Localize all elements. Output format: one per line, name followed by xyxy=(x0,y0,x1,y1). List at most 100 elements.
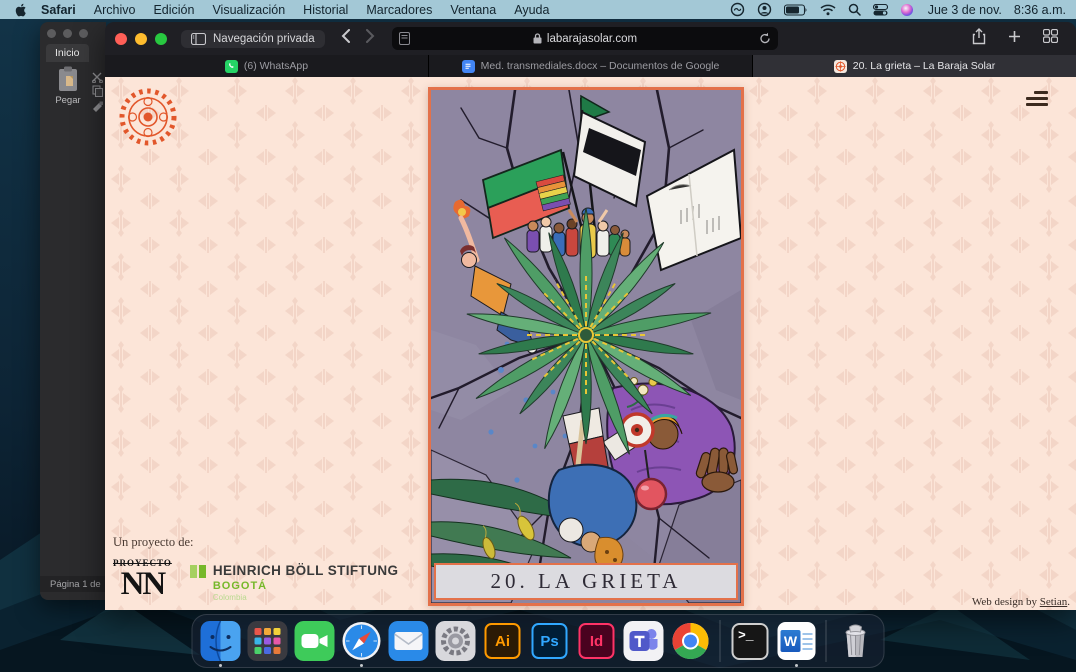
dock-icon-illustrator[interactable]: Ai xyxy=(482,620,524,662)
word-window[interactable]: Inicio Pegar Página 1 de xyxy=(40,22,106,600)
wifi-icon[interactable] xyxy=(820,4,836,16)
dock-icon-word[interactable]: W xyxy=(776,620,818,667)
word-format-brush-icon[interactable] xyxy=(92,100,104,118)
sidebar-icon xyxy=(191,32,206,45)
menu-marcadores[interactable]: Marcadores xyxy=(357,3,441,17)
sponsor-logos: PROYECTO NN HEINRICH BÖLL STIFTUNG BOGOT… xyxy=(113,559,399,603)
menu-ayuda[interactable]: Ayuda xyxy=(505,3,558,17)
dock-icon-photoshop[interactable]: Ps xyxy=(529,620,571,662)
site-logo-sun[interactable] xyxy=(115,84,181,155)
dock-divider-2 xyxy=(825,620,827,662)
tab-whatsapp-label: (6) WhatsApp xyxy=(243,60,309,72)
menu-ventana[interactable]: Ventana xyxy=(441,3,505,17)
heinrich-boll-city: BOGOTÁ xyxy=(212,580,268,592)
menu-archivo[interactable]: Archivo xyxy=(85,3,145,17)
dock-icon-finder[interactable] xyxy=(200,620,242,667)
tab-overview-button[interactable] xyxy=(1042,28,1059,48)
word-badge: W xyxy=(780,630,801,652)
creative-cloud-icon[interactable] xyxy=(730,2,745,17)
card-artwork xyxy=(431,90,741,603)
dock-icon-trash[interactable] xyxy=(835,620,877,662)
menu-visualizacion[interactable]: Visualización xyxy=(203,3,294,17)
heinrich-boll-icon xyxy=(189,563,206,602)
apple-icon xyxy=(15,3,26,16)
dock: Ai Ps Id >_ W xyxy=(191,614,885,668)
spotlight-search-icon[interactable] xyxy=(848,3,861,16)
la-baraja-solar-favicon xyxy=(833,59,847,73)
dock-icon-indesign[interactable]: Id xyxy=(576,620,618,662)
window-traffic-lights xyxy=(115,32,167,45)
tab-la-baraja-solar-label: 20. La grieta – La Baraja Solar xyxy=(852,60,996,72)
credit-suffix: . xyxy=(1067,596,1070,608)
new-tab-button[interactable] xyxy=(1008,30,1021,48)
card-title-band: 20. LA GRIETA xyxy=(434,563,738,600)
illustrator-badge: Ai xyxy=(484,623,521,659)
project-label: Un proyecto de: xyxy=(113,535,194,549)
dock-divider xyxy=(719,620,721,662)
word-paste-label: Pegar xyxy=(55,95,81,106)
dock-icon-teams[interactable] xyxy=(623,620,665,662)
safari-window: Navegación privada labarajasolar.com (6)… xyxy=(105,22,1076,610)
back-button[interactable] xyxy=(341,29,350,48)
dock-icon-terminal[interactable]: >_ xyxy=(729,620,771,662)
dock-icon-facetime[interactable] xyxy=(294,620,336,662)
apple-menu[interactable] xyxy=(10,3,32,17)
private-browsing-label: Navegación privada xyxy=(213,32,315,45)
reader-icon[interactable] xyxy=(399,32,410,48)
tab-la-baraja-solar[interactable]: 20. La grieta – La Baraja Solar xyxy=(753,55,1076,77)
dock-icon-safari[interactable] xyxy=(341,620,383,667)
tab-google-docs[interactable]: Med. transmediales.docx – Documentos de … xyxy=(429,55,753,77)
clipboard-icon xyxy=(59,66,77,91)
address-bar[interactable]: labarajasolar.com xyxy=(392,27,778,50)
menubar: Safari Archivo Edición Visualización His… xyxy=(0,0,1076,19)
tab-whatsapp[interactable]: (6) WhatsApp xyxy=(105,55,429,77)
indesign-badge: Id xyxy=(578,623,615,659)
menubar-date[interactable]: Jue 3 de nov. xyxy=(928,3,1002,17)
url-text: labarajasolar.com xyxy=(546,32,638,45)
tab-bar: (6) WhatsApp Med. transmediales.docx – D… xyxy=(105,55,1076,77)
forward-button[interactable] xyxy=(365,29,375,48)
menu-app-safari[interactable]: Safari xyxy=(32,3,85,17)
safari-toolbar: Navegación privada labarajasolar.com xyxy=(105,22,1076,55)
menu-hamburger-button[interactable] xyxy=(1026,91,1048,106)
photoshop-badge: Ps xyxy=(531,623,568,659)
tarot-card[interactable]: 20. LA GRIETA xyxy=(428,87,744,606)
menu-edicion[interactable]: Edición xyxy=(144,3,203,17)
word-paste-button[interactable]: Pegar xyxy=(48,66,88,106)
word-running-dot xyxy=(795,664,798,667)
word-ribbon-tab-inicio[interactable]: Inicio xyxy=(46,44,89,62)
zoom-window-button[interactable] xyxy=(155,32,167,45)
card-title: 20. LA GRIETA xyxy=(490,569,682,593)
dock-icon-mail[interactable] xyxy=(388,620,430,662)
close-window-button[interactable] xyxy=(115,32,127,45)
reload-button[interactable] xyxy=(759,32,771,48)
heinrich-boll-logo[interactable]: HEINRICH BÖLL STIFTUNG BOGOTÁ Colombia xyxy=(189,559,399,602)
proyecto-nn-main-text: NN xyxy=(120,566,167,602)
heinrich-boll-name: HEINRICH BÖLL STIFTUNG xyxy=(212,563,399,578)
safari-running-dot xyxy=(360,664,363,667)
dock-icon-chrome[interactable] xyxy=(670,620,712,662)
menubar-clock[interactable]: 8:36 a.m. xyxy=(1014,3,1066,17)
minimize-window-button[interactable] xyxy=(135,32,147,45)
terminal-glyph: >_ xyxy=(731,622,768,660)
google-docs-icon xyxy=(461,59,475,73)
siri-icon[interactable] xyxy=(900,3,914,17)
desktop: Safari Archivo Edición Visualización His… xyxy=(0,0,1076,672)
word-status-bar: Página 1 de xyxy=(40,576,106,592)
menu-historial[interactable]: Historial xyxy=(294,3,357,17)
lock-icon xyxy=(533,33,542,44)
battery-icon[interactable] xyxy=(783,3,808,16)
word-page-indicator: Página 1 de xyxy=(50,578,101,590)
share-button[interactable] xyxy=(972,27,986,50)
word-traffic-lights[interactable] xyxy=(47,29,88,38)
control-center-icon[interactable] xyxy=(872,3,888,16)
dock-icon-system-settings[interactable] xyxy=(435,620,477,662)
proyecto-nn-logo[interactable]: PROYECTO NN xyxy=(113,559,172,601)
whatsapp-icon xyxy=(224,59,238,73)
dock-icon-launchpad[interactable] xyxy=(247,620,289,662)
account-icon[interactable] xyxy=(757,2,772,17)
private-browsing-badge[interactable]: Navegación privada xyxy=(181,29,325,48)
web-page: 20. LA GRIETA Un proyecto de: PROYECTO N… xyxy=(105,77,1076,610)
credit-prefix: Web design by xyxy=(971,596,1040,608)
credit-link[interactable]: Setian xyxy=(1040,596,1068,608)
